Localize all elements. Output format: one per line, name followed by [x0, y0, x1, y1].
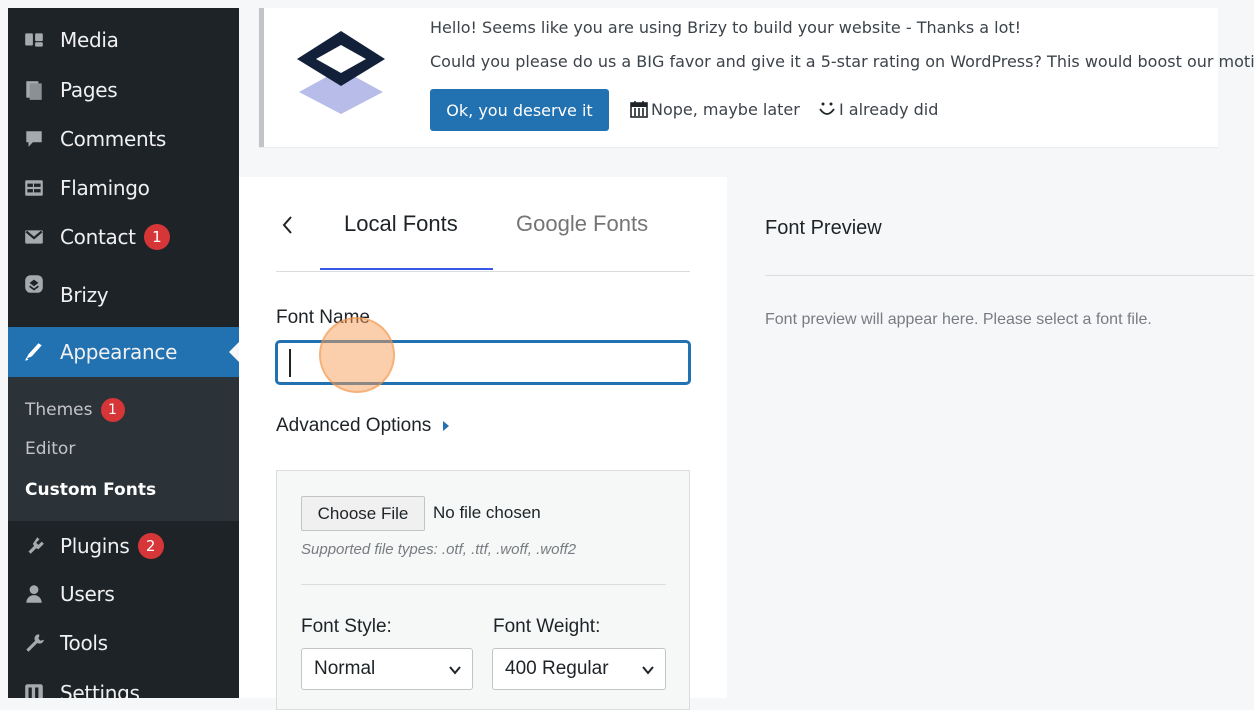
brizy-logo [297, 31, 385, 114]
sidebar-item-label: Users [60, 582, 115, 606]
sidebar-item-label: Pages [60, 78, 118, 102]
sidebar-item-label: Plugins [60, 534, 130, 558]
rating-notice: Hello! Seems like you are using Brizy to… [259, 8, 1254, 147]
sidebar-item-label: Media [60, 28, 119, 52]
chevron-down-icon [449, 666, 461, 675]
font-upload-box: Choose File No file chosen Supported fil… [276, 470, 690, 710]
font-style-label: Font Style: [301, 616, 392, 637]
text-caret [289, 349, 291, 377]
sidebar-item-contact[interactable]: Contact 1 [8, 217, 239, 257]
submenu-item-label: Themes [25, 400, 93, 420]
comments-icon [22, 127, 46, 151]
sidebar-item-comments[interactable]: Comments [8, 119, 239, 159]
media-icon [22, 28, 46, 52]
custom-fonts-form: Local Fonts Google Fonts Font Name Advan… [239, 177, 727, 710]
tab-google-fonts[interactable]: Google Fonts [516, 211, 648, 237]
sidebar-item-appearance[interactable]: Appearance [8, 327, 239, 377]
sidebar-item-label: Comments [60, 127, 167, 151]
back-chevron-icon[interactable] [279, 212, 295, 238]
admin-sidebar: Media Pages Comments Flamingo Contact 1 … [8, 8, 239, 698]
sidebar-item-label: Tools [60, 631, 108, 655]
calendar-icon [630, 101, 648, 118]
submenu-item-editor[interactable]: Editor [25, 439, 75, 459]
submenu-item-themes[interactable]: Themes 1 [25, 398, 125, 422]
contact-count-badge: 1 [143, 224, 170, 250]
maybe-later-link[interactable]: Nope, maybe later [629, 99, 800, 119]
font-weight-select[interactable]: 400 Regular [492, 648, 666, 690]
appearance-submenu: Themes 1 Editor Custom Fonts [8, 377, 239, 521]
file-status: No file chosen [433, 503, 541, 522]
font-preview-placeholder: Font preview will appear here. Please se… [765, 311, 1152, 328]
wrench-icon [22, 631, 46, 655]
choose-file-button[interactable]: Choose File [301, 496, 425, 531]
submenu-item-label: Editor [25, 439, 76, 459]
preview-divider [765, 275, 1254, 276]
advanced-options-toggle[interactable]: Advanced Options [276, 415, 450, 437]
submenu-item-label: Custom Fonts [25, 480, 157, 500]
notice-greeting: Hello! Seems like you are using Brizy to… [430, 18, 1022, 37]
sidebar-item-media[interactable]: Media [8, 20, 239, 60]
maybe-later-label: Nope, maybe later [651, 99, 800, 119]
rate-button[interactable]: Ok, you deserve it [430, 89, 609, 131]
sidebar-item-label: Brizy [60, 283, 109, 307]
submenu-item-custom-fonts[interactable]: Custom Fonts [25, 480, 156, 500]
already-did-link[interactable]: I already did [817, 99, 938, 119]
tab-local-fonts[interactable]: Local Fonts [344, 211, 458, 237]
users-icon [22, 582, 46, 606]
active-tab-indicator [320, 268, 493, 270]
caret-right-icon [443, 421, 450, 431]
sidebar-item-pages[interactable]: Pages [8, 70, 239, 110]
brizy-icon [22, 272, 46, 296]
font-weight-value: 400 Regular [505, 658, 609, 679]
already-did-label: I already did [839, 99, 939, 119]
supported-file-types: Supported file types: .otf, .ttf, .woff,… [301, 541, 577, 558]
upload-divider [301, 584, 666, 585]
flamingo-icon [22, 176, 46, 200]
chevron-down-icon [642, 666, 654, 675]
sidebar-item-label: Appearance [60, 340, 178, 364]
sidebar-item-plugins[interactable]: Plugins 2 [8, 526, 239, 566]
sidebar-item-tools[interactable]: Tools [8, 623, 239, 663]
advanced-options-label: Advanced Options [276, 415, 432, 436]
plugin-icon [22, 534, 46, 558]
sidebar-item-label: Settings [60, 681, 140, 698]
themes-count-badge: 1 [100, 398, 125, 422]
sidebar-item-label: Contact [60, 225, 136, 249]
brush-icon [22, 340, 46, 364]
sidebar-item-flamingo[interactable]: Flamingo [8, 168, 239, 208]
sidebar-item-users[interactable]: Users [8, 574, 239, 614]
font-weight-label: Font Weight: [493, 616, 601, 637]
font-style-select[interactable]: Normal [301, 648, 473, 690]
plugins-count-badge: 2 [137, 533, 164, 559]
font-preview-title: Font Preview [765, 217, 882, 239]
click-indicator [319, 317, 395, 393]
settings-icon [22, 681, 46, 698]
tab-divider [276, 271, 690, 272]
mail-icon [22, 225, 46, 249]
font-style-value: Normal [314, 658, 376, 679]
notice-request: Could you please do us a BIG favor and g… [430, 52, 1254, 71]
current-menu-arrow [229, 342, 239, 362]
pages-icon [22, 78, 46, 102]
sidebar-item-label: Flamingo [60, 176, 150, 200]
smile-icon [819, 102, 835, 115]
sidebar-item-settings[interactable]: Settings [8, 673, 239, 698]
sidebar-item-brizy[interactable]: Brizy [8, 264, 239, 307]
